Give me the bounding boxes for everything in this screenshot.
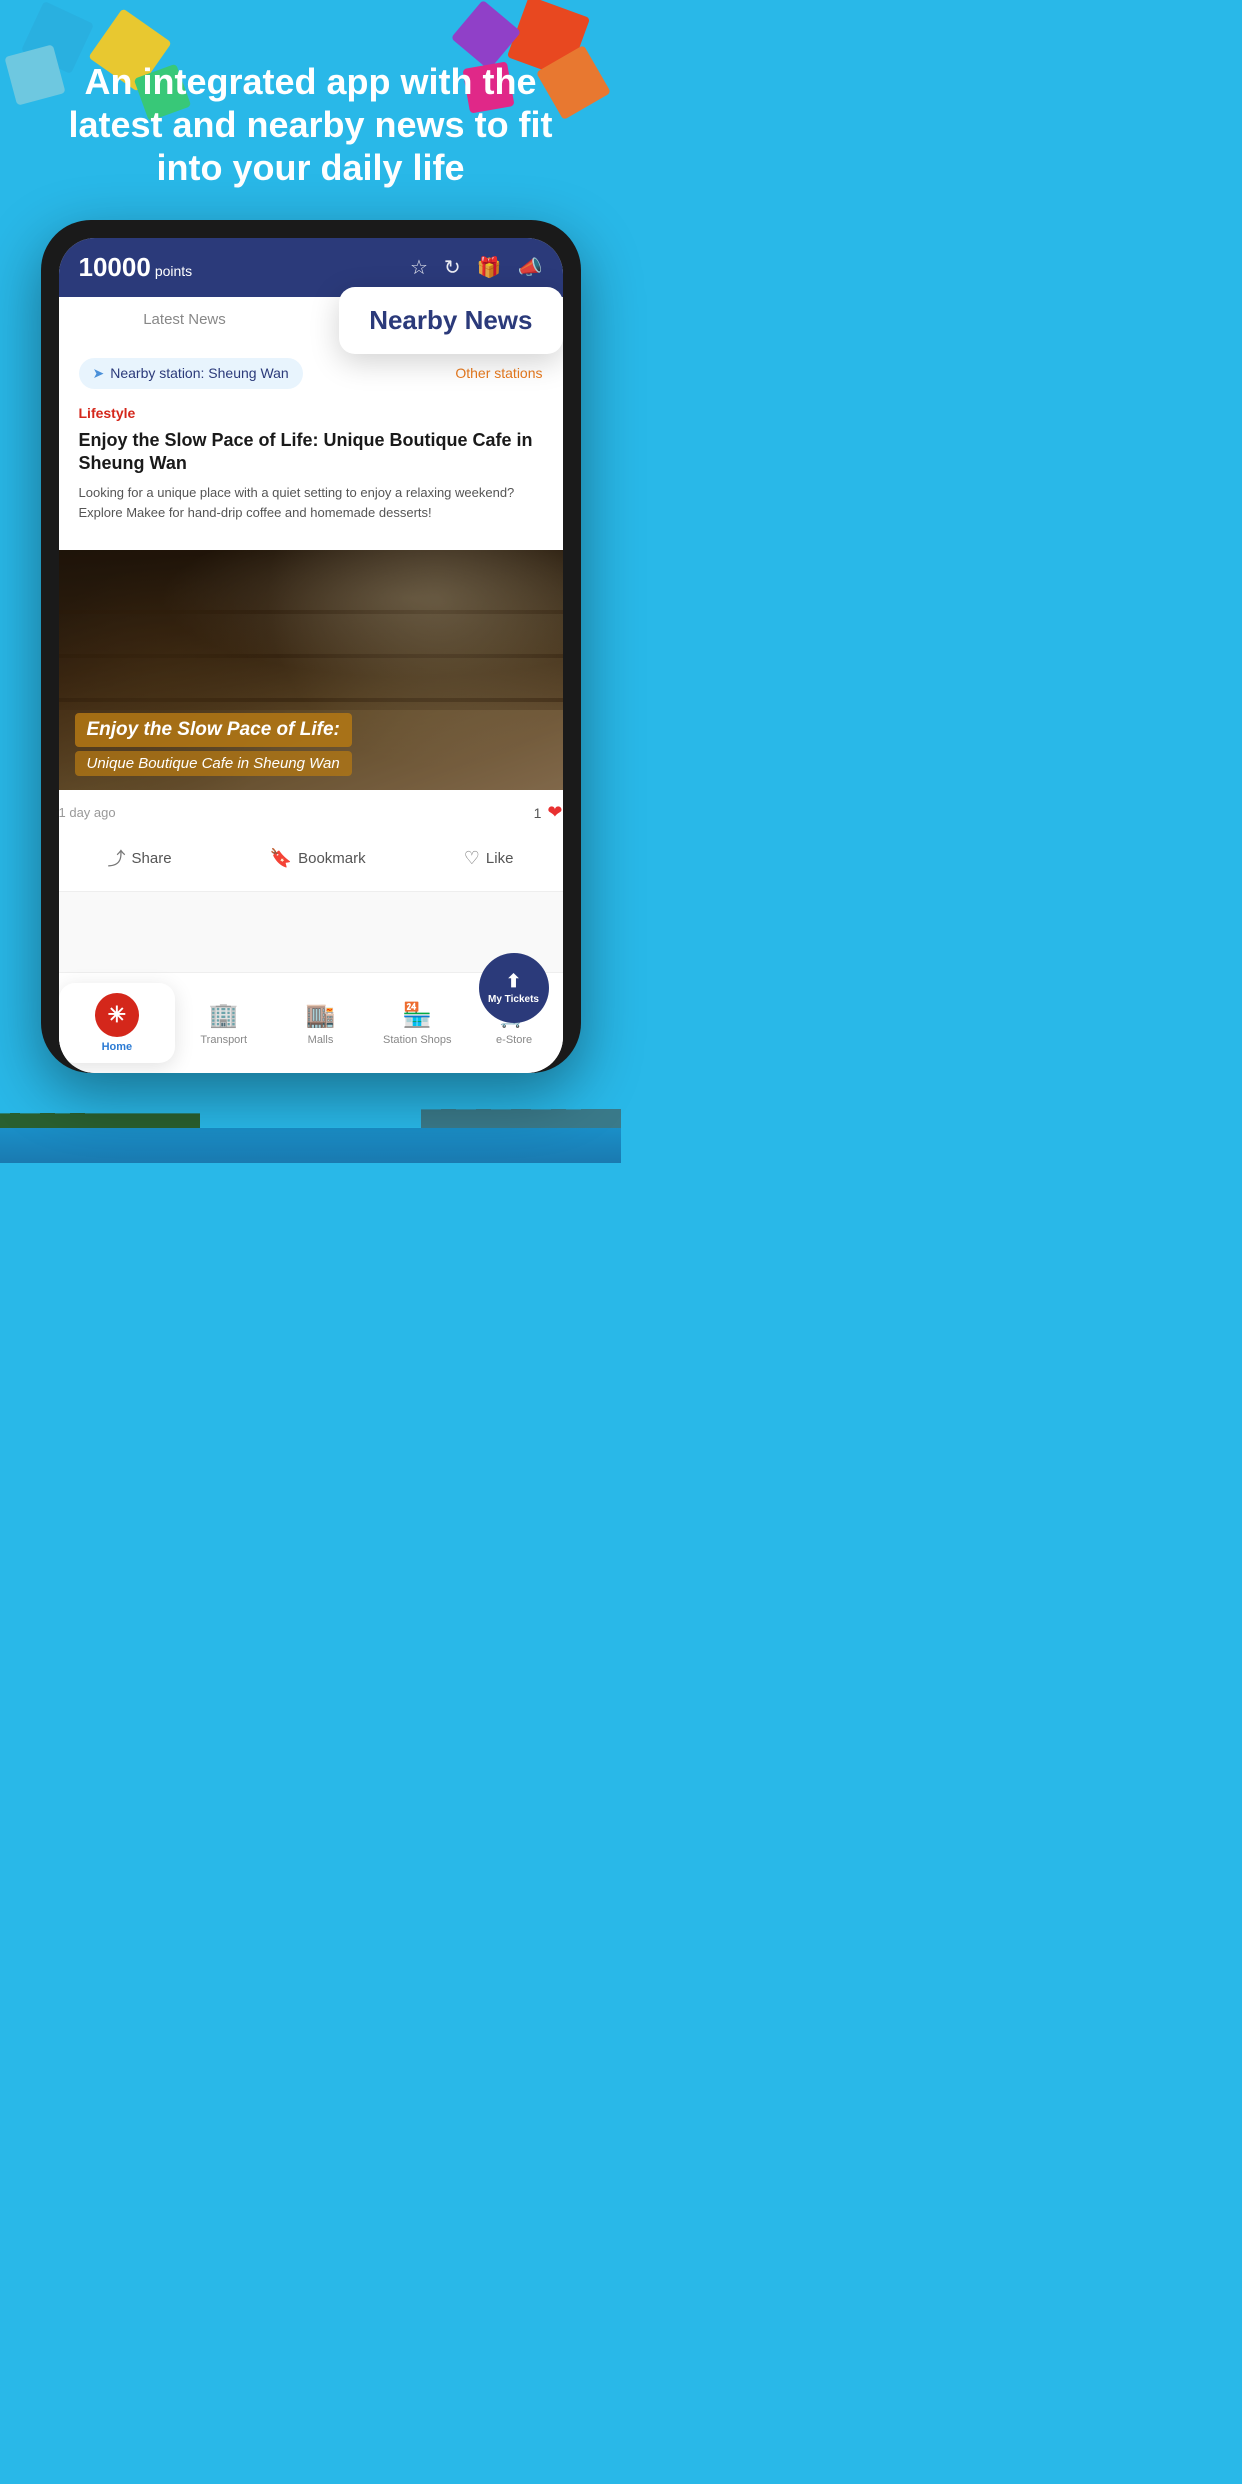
station-shops-label: Station Shops [383,1034,452,1046]
article-category: Lifestyle [79,405,543,421]
nav-station-shops[interactable]: 🏪 Station Shops [369,1001,466,1046]
megaphone-icon[interactable]: 📣 [518,255,543,280]
article-meta: 1 day ago 1 ❤ [59,802,563,823]
heart-icon: ❤ [547,802,562,823]
points-label: points [155,263,192,279]
malls-label: Malls [308,1034,334,1046]
hero-tagline: An integrated app with the latest and ne… [0,0,621,220]
nav-home[interactable]: ✳ Home [59,983,176,1063]
article-description: Looking for a unique place with a quiet … [79,483,543,522]
phone-screen: 10000 points ☆ ↻ 🎁 📣 Latest News Nearby … [59,238,563,1074]
bookmark-icon: 🔖 [270,848,292,869]
home-label: Home [102,1041,133,1053]
tab-section: Latest News Nearby News Nearby News [59,297,563,342]
my-tickets-label: My Tickets [488,994,539,1005]
share-label: Share [132,850,172,867]
gift-icon[interactable]: 🎁 [477,255,502,280]
station-row: ➤ Nearby station: Sheung Wan Other stati… [79,358,543,389]
refresh-icon[interactable]: ↻ [444,255,461,280]
bottom-nav: ✳ Home 🏢 Transport 🏬 Malls 🏪 Station Sho… [59,972,563,1073]
article-image: Enjoy the Slow Pace of Life: Unique Bout… [59,550,563,790]
station-shops-icon: 🏪 [402,1001,432,1030]
image-title-line2: Unique Boutique Cafe in Sheung Wan [75,751,352,776]
malls-icon: 🏬 [306,1001,336,1030]
points-number: 10000 [79,252,151,283]
tickets-icon: ⬆ [506,971,521,992]
share-button[interactable]: ⤴ Share [92,837,188,879]
article-title: Enjoy the Slow Pace of Life: Unique Bout… [79,429,543,476]
article-footer: 1 day ago 1 ❤ ⤴ Share 🔖 Bookmark [59,790,563,892]
phone-wrapper: 10000 points ☆ ↻ 🎁 📣 Latest News Nearby … [0,220,621,1094]
time-ago: 1 day ago [59,805,116,820]
bookmark-label: Bookmark [298,850,366,867]
station-label: Nearby station: Sheung Wan [110,365,288,381]
transport-icon: 🏢 [209,1001,239,1030]
like-icon: ♡ [464,848,480,869]
next-article-preview [59,892,563,972]
image-text-banner: Enjoy the Slow Pace of Life: Unique Bout… [59,699,563,790]
points-section: 10000 points [79,252,193,283]
tab-latest-news[interactable]: Latest News [59,297,311,342]
station-pill[interactable]: ➤ Nearby station: Sheung Wan [79,358,303,389]
nearby-tooltip-text: Nearby News [369,305,532,335]
action-bar: ⤴ Share 🔖 Bookmark ♡ Like [59,837,563,879]
transport-label: Transport [200,1034,247,1046]
bookmark-button[interactable]: 🔖 Bookmark [254,837,382,879]
header-icons: ☆ ↻ 🎁 📣 [410,255,543,280]
my-tickets-button[interactable]: ⬆ My Tickets [479,953,549,1023]
content-area: ➤ Nearby station: Sheung Wan Other stati… [59,342,563,551]
nav-malls[interactable]: 🏬 Malls [272,1001,369,1046]
water [0,1128,621,1163]
other-stations-link[interactable]: Other stations [455,365,542,381]
nav-transport[interactable]: 🏢 Transport [175,1001,272,1046]
like-count: 1 ❤ [534,802,563,823]
star-icon[interactable]: ☆ [410,255,428,280]
skyline-area [0,1083,621,1163]
nearby-news-tooltip: Nearby News [339,287,562,354]
like-button[interactable]: ♡ Like [448,837,530,879]
image-title-line1: Enjoy the Slow Pace of Life: [75,713,352,747]
location-icon: ➤ [93,365,105,382]
home-icon: ✳ [95,993,139,1037]
share-icon: ⤴ [108,845,126,871]
estore-label: e-Store [496,1034,532,1046]
phone-mockup: 10000 points ☆ ↻ 🎁 📣 Latest News Nearby … [41,220,581,1074]
like-label: Like [486,850,514,867]
like-number: 1 [534,805,542,821]
